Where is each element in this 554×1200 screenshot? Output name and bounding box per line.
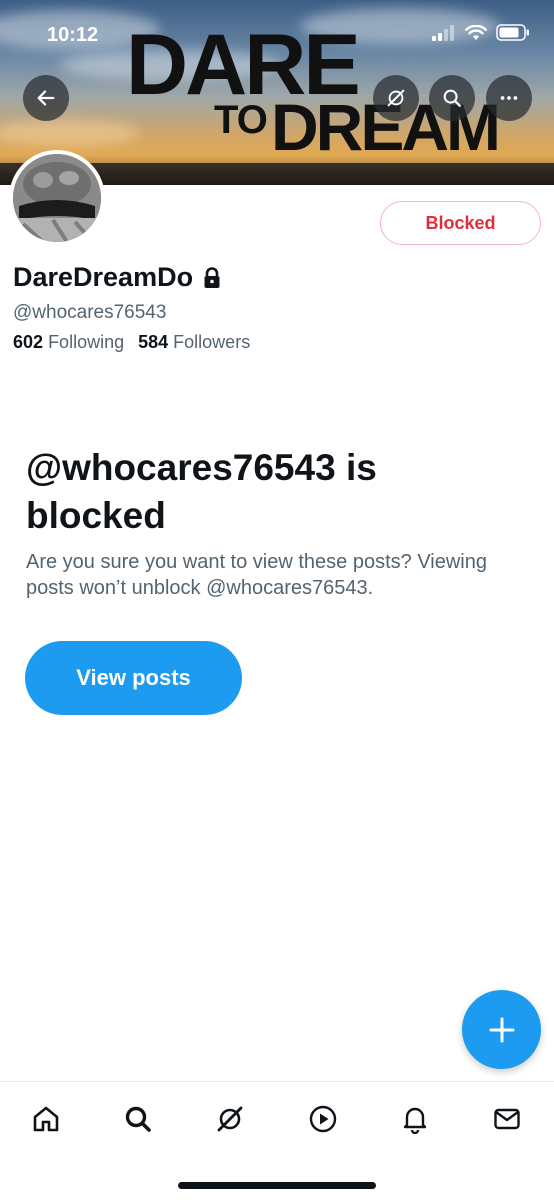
home-indicator — [178, 1182, 376, 1189]
back-button[interactable] — [23, 75, 69, 121]
more-icon — [500, 96, 518, 100]
grok-tab-icon — [217, 1106, 243, 1132]
followers-count: 584 — [138, 332, 169, 352]
followers-link[interactable]: 584 Followers — [138, 332, 250, 353]
messages-icon — [494, 1108, 520, 1130]
plus-icon — [489, 1017, 514, 1042]
battery-icon — [496, 24, 529, 41]
grok-button[interactable] — [373, 75, 419, 121]
tab-grok[interactable] — [207, 1096, 253, 1142]
avatar[interactable] — [9, 150, 105, 246]
following-label: Following — [48, 332, 125, 352]
tab-messages[interactable] — [484, 1096, 530, 1142]
wifi-icon — [465, 24, 487, 40]
status-icons — [432, 24, 530, 41]
more-button[interactable] — [486, 75, 532, 121]
lock-icon — [204, 266, 220, 288]
search-icon — [443, 89, 461, 107]
blocked-title: @whocares76543 is blocked — [26, 447, 377, 536]
follow-stats: 602 Following 584 Followers — [13, 332, 250, 353]
compose-button[interactable] — [462, 990, 541, 1069]
blocked-description: Are you sure you want to view these post… — [26, 551, 487, 599]
explore-icon — [125, 1106, 151, 1132]
blocked-button[interactable]: Blocked — [380, 201, 541, 245]
view-posts-button[interactable]: View posts — [25, 641, 242, 715]
tab-notifications[interactable] — [392, 1096, 438, 1142]
video-icon — [309, 1105, 337, 1133]
following-link[interactable]: 602 Following — [13, 332, 124, 353]
tab-home[interactable] — [23, 1096, 69, 1142]
tab-explore[interactable] — [115, 1096, 161, 1142]
following-count: 602 — [13, 332, 44, 352]
profile-handle: @whocares76543 — [13, 302, 167, 323]
banner-text-to: TO — [214, 98, 268, 142]
home-icon — [33, 1106, 59, 1132]
display-name: DareDreamDo — [13, 262, 221, 293]
grok-icon — [387, 89, 405, 107]
search-button[interactable] — [429, 75, 475, 121]
back-arrow-icon — [37, 90, 55, 106]
signal-icon — [432, 24, 454, 41]
display-name-text: DareDreamDo — [13, 262, 194, 292]
followers-label: Followers — [173, 332, 251, 352]
status-time: 10:12 — [47, 24, 99, 46]
tab-video[interactable] — [300, 1096, 346, 1142]
notifications-icon — [403, 1107, 427, 1134]
